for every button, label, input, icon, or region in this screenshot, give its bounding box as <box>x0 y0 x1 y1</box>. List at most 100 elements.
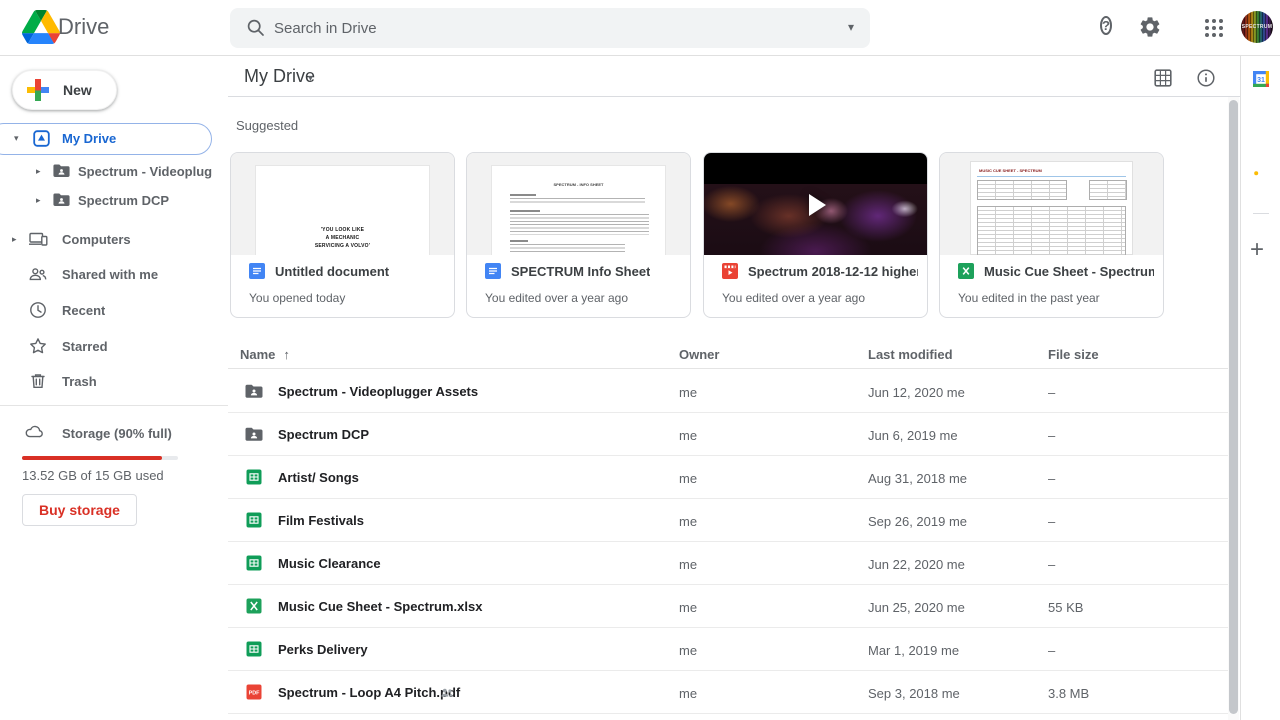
document-thumbnail: SPECTRUM - INFO SHEET <box>467 153 690 255</box>
card-title: SPECTRUM Info Sheet <box>511 263 651 279</box>
storage-progress-bar <box>22 456 178 460</box>
sheets-file-icon <box>244 510 264 530</box>
suggested-card-spectrum-info-sheet[interactable]: SPECTRUM - INFO SHEET SPECTRUM Info Shee… <box>466 152 691 318</box>
file-modified: Jun 12, 2020 me <box>868 385 965 400</box>
svg-text:31: 31 <box>1257 77 1265 84</box>
sidebar-item-trash[interactable]: Trash <box>0 367 228 395</box>
sheets-file-icon <box>244 553 264 573</box>
file-name: Film Festivals <box>278 513 364 528</box>
card-subtitle: You edited over a year ago <box>485 291 628 305</box>
sidebar-item-starred[interactable]: Starred <box>0 332 228 360</box>
page-title-caret-icon[interactable]: ▾ <box>308 73 313 84</box>
drive-logo-icon[interactable] <box>22 10 60 49</box>
sidebar-item-computers[interactable]: ▸ Computers <box>0 225 228 253</box>
new-button[interactable]: New <box>12 70 117 110</box>
file-name: Spectrum - Loop A4 Pitch.pdf <box>278 685 461 700</box>
google-apps-grid-icon[interactable] <box>1205 19 1223 37</box>
card-title: Spectrum 2018-12-12 higher-d... <box>748 263 918 279</box>
help-icon[interactable]: ? <box>1100 16 1112 35</box>
grid-view-icon[interactable] <box>1154 69 1172 92</box>
table-row[interactable]: Spectrum DCP me Jun 6, 2019 me – <box>228 413 1232 456</box>
table-row[interactable]: Spectrum - Videoplugger Assets me Jun 12… <box>228 370 1232 413</box>
column-header-owner[interactable]: Owner <box>679 347 719 362</box>
account-avatar[interactable]: SPECTRUM <box>1241 11 1273 43</box>
sidebar-label: Shared with me <box>62 267 159 282</box>
excel-file-icon <box>958 263 974 279</box>
my-drive-label[interactable]: My Drive <box>62 131 116 146</box>
buy-storage-button[interactable]: Buy storage <box>22 494 137 526</box>
docs-icon <box>485 263 501 279</box>
suggested-card-music-cue-sheet[interactable]: MUSIC CUE SHEET - SPECTRUM Music Cue She… <box>939 152 1164 318</box>
table-row[interactable]: Music Clearance me Jun 22, 2020 me – <box>228 542 1232 585</box>
people-icon <box>28 264 48 284</box>
sidebar-label: Recent <box>62 303 106 318</box>
video-thumbnail <box>704 153 927 255</box>
app-title: Drive <box>58 14 110 39</box>
column-header-last-modified[interactable]: Last modified <box>868 347 953 362</box>
sheets-file-icon <box>244 639 264 659</box>
storage-usage-text: 13.52 GB of 15 GB used <box>22 468 164 483</box>
search-options-caret-icon[interactable]: ▾ <box>848 20 854 34</box>
shared-people-icon <box>440 686 454 700</box>
info-icon[interactable] <box>1196 68 1216 93</box>
file-modified: Jun 25, 2020 me <box>868 600 965 615</box>
clock-icon <box>28 300 48 320</box>
new-button-label: New <box>63 82 92 98</box>
my-drive-icon <box>32 129 51 153</box>
add-panel-icon[interactable]: + <box>1250 238 1264 262</box>
table-row[interactable]: Film Festivals me Sep 26, 2019 me – <box>228 499 1232 542</box>
suggested-card-spectrum-video[interactable]: Spectrum 2018-12-12 higher-d... You edit… <box>703 152 928 318</box>
my-drive-expander-icon[interactable]: ▾ <box>14 133 19 144</box>
main-scrollbar-thumb[interactable] <box>1229 100 1238 714</box>
sidebar-item-shared-with-me[interactable]: Shared with me <box>0 260 228 288</box>
shared-folder-icon <box>52 190 71 214</box>
expander-icon[interactable]: ▸ <box>36 166 41 177</box>
expander-icon[interactable]: ▸ <box>12 234 17 245</box>
header-divider <box>228 96 1240 97</box>
file-name: Spectrum DCP <box>278 427 370 442</box>
google-calendar-icon[interactable]: 31 <box>1251 69 1271 89</box>
folder-label: Spectrum - Videoplugger… <box>78 164 212 179</box>
column-header-name[interactable]: Name ↑ <box>240 347 290 362</box>
file-size: 3.8 MB <box>1048 686 1090 701</box>
card-title: Music Cue Sheet - Spectrum.xl... <box>984 263 1154 279</box>
left-sidebar: New ▾ My Drive ▸ Spectrum - Videoplugger… <box>0 56 228 720</box>
star-icon <box>28 336 48 356</box>
column-header-file-size[interactable]: File size <box>1048 347 1099 362</box>
table-row[interactable]: PDF Spectrum - Loop A4 Pitch.pdf me Sep … <box>228 671 1232 714</box>
suggested-heading: Suggested <box>236 118 299 133</box>
sidebar-item-spectrum-videoplugger[interactable]: ▸ Spectrum - Videoplugger… <box>0 157 228 185</box>
top-bar: Drive ▾ ? SPECTRUM <box>0 0 1280 56</box>
table-row[interactable]: Perks Delivery me Mar 1, 2019 me – <box>228 628 1232 671</box>
sidebar-label: Trash <box>62 374 97 389</box>
right-app-bar: 31 + <box>1240 56 1280 720</box>
search-icon[interactable] <box>246 18 266 38</box>
file-size: – <box>1048 557 1056 572</box>
trash-icon <box>28 371 48 391</box>
shared-folder-icon <box>52 161 71 185</box>
file-modified: Aug 31, 2018 me <box>868 471 968 486</box>
suggested-card-untitled-document[interactable]: 'YOU LOOK LIKE A MECHANIC SERVICING A VO… <box>230 152 455 318</box>
sidebar-item-spectrum-dcp[interactable]: ▸ Spectrum DCP <box>0 186 228 214</box>
file-modified: Sep 26, 2019 me <box>868 514 968 529</box>
search-bar[interactable]: ▾ <box>230 8 870 48</box>
search-input[interactable] <box>274 8 814 48</box>
expander-icon[interactable]: ▸ <box>36 195 41 206</box>
file-size: – <box>1048 471 1056 486</box>
file-owner: me <box>679 428 698 443</box>
storage-label[interactable]: Storage (90% full) <box>62 426 172 441</box>
table-row[interactable]: Music Cue Sheet - Spectrum.xlsx me Jun 2… <box>228 585 1232 628</box>
app-bar-divider <box>1253 213 1269 214</box>
sheets-file-icon <box>244 467 264 487</box>
sort-ascending-icon: ↑ <box>283 347 290 362</box>
cloud-storage-icon <box>24 422 44 442</box>
table-row[interactable]: Artist/ Songs me Aug 31, 2018 me – <box>228 456 1232 499</box>
play-icon[interactable] <box>809 194 826 216</box>
page-title[interactable]: My Drive <box>244 66 315 87</box>
excel-file-icon <box>244 596 264 616</box>
shared-folder-icon <box>244 424 264 444</box>
file-owner: me <box>679 643 698 658</box>
card-subtitle: You opened today <box>249 291 346 305</box>
sidebar-item-recent[interactable]: Recent <box>0 296 228 324</box>
settings-gear-icon[interactable] <box>1138 15 1162 44</box>
